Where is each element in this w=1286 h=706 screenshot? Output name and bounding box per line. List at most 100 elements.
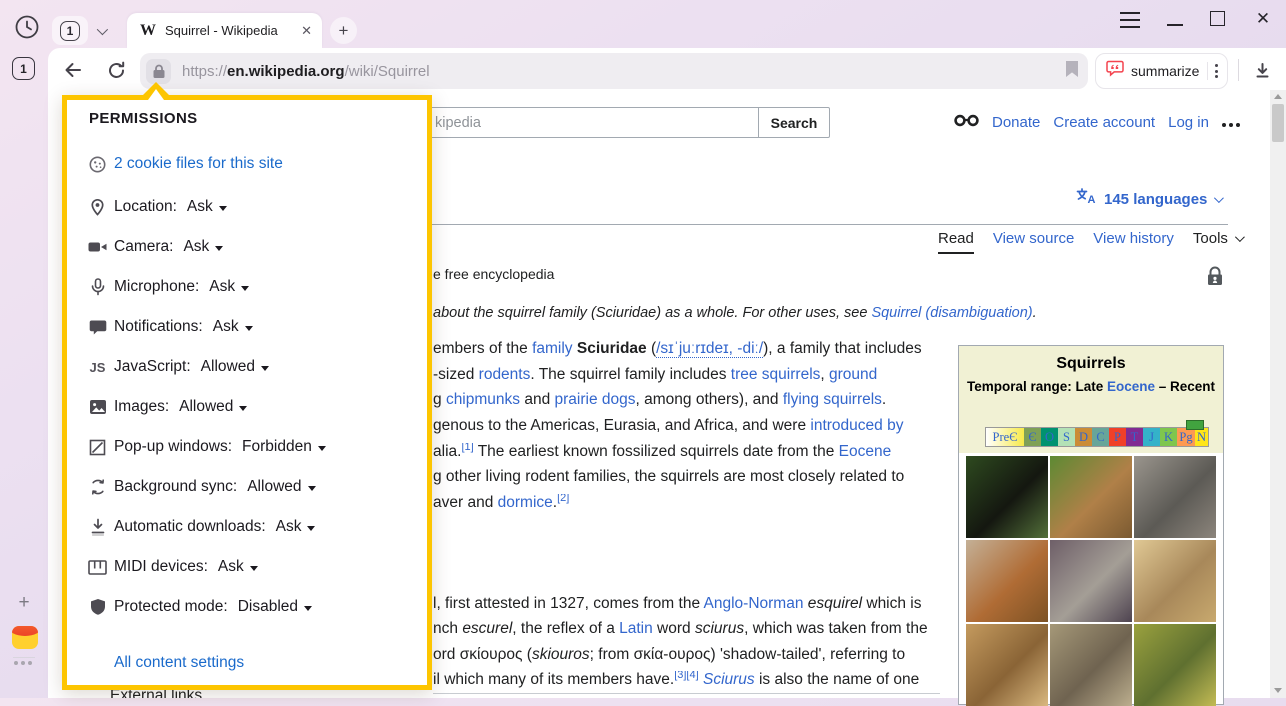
- inline-link[interactable]: /sɪˈjuːrɪdeɪ, -diː/: [656, 340, 763, 358]
- body-line: ord σκίουρος (skiouros; from σκία-ουρος)…: [433, 646, 957, 668]
- timeline-period-D[interactable]: D: [1075, 428, 1092, 446]
- permission-value-dropdown[interactable]: Ask: [187, 198, 227, 216]
- yandex-mail-icon[interactable]: [12, 626, 38, 649]
- timeline-period-T[interactable]: T: [1126, 428, 1143, 446]
- bookmark-flag-icon[interactable]: [1066, 61, 1078, 82]
- timeline-period-O[interactable]: O: [1041, 428, 1058, 446]
- timeline-period-P[interactable]: P: [1109, 428, 1126, 446]
- fox-squirrel-photo[interactable]: [966, 540, 1048, 622]
- inline-link[interactable]: family: [532, 340, 572, 357]
- permission-value-dropdown[interactable]: Allowed: [179, 398, 247, 416]
- all-content-settings-link[interactable]: All content settings: [114, 654, 244, 671]
- permission-value-dropdown[interactable]: Forbidden: [242, 438, 326, 456]
- downloads-toolbar-button[interactable]: [1249, 57, 1275, 83]
- tab-group-control[interactable]: 1: [52, 16, 114, 45]
- timeline-period-J[interactable]: J: [1143, 428, 1160, 446]
- inline-link[interactable]: dormice: [498, 494, 553, 511]
- window-menu-icon[interactable]: [1120, 12, 1140, 28]
- tab-read[interactable]: Read: [938, 230, 974, 254]
- timeline-period-S[interactable]: S: [1058, 428, 1075, 446]
- standing-squirrels-photo[interactable]: [966, 624, 1048, 706]
- tab-view-history[interactable]: View history: [1093, 230, 1174, 247]
- scrollbar-thumb[interactable]: [1272, 104, 1284, 142]
- images-icon: [88, 398, 107, 416]
- browser-tab[interactable]: W Squirrel - Wikipedia ✕: [127, 13, 322, 48]
- golden-squirrel-photo[interactable]: [1134, 540, 1216, 622]
- languages-selector[interactable]: A 145 languages: [1076, 188, 1221, 210]
- login-link[interactable]: Log in: [1168, 114, 1209, 131]
- timeline-period-K[interactable]: K: [1160, 428, 1177, 446]
- permission-value-dropdown[interactable]: Ask: [183, 238, 223, 256]
- address-bar[interactable]: https://en.wikipedia.org/wiki/Squirrel: [140, 53, 1088, 89]
- create-account-link[interactable]: Create account: [1053, 114, 1155, 131]
- inline-text: Temporal range: Late: [967, 379, 1107, 394]
- inline-link[interactable]: Squirrel (disambiguation): [871, 305, 1032, 321]
- inline-link[interactable]: [3][4]: [674, 671, 698, 681]
- wiki-search-button[interactable]: Search: [758, 107, 830, 138]
- back-button[interactable]: [60, 57, 86, 83]
- sidebar-add-button[interactable]: +: [14, 593, 34, 613]
- page-protection-lock-icon[interactable]: [1206, 266, 1224, 291]
- inline-link[interactable]: introduced by: [810, 417, 903, 434]
- summarize-button[interactable]: summarize: [1095, 53, 1228, 89]
- permission-row-protected-mode: Protected mode:Disabled: [67, 595, 427, 619]
- permission-value-dropdown[interactable]: Ask: [218, 558, 258, 576]
- inline-link[interactable]: ground: [829, 366, 877, 383]
- appearance-glasses-icon[interactable]: [954, 114, 979, 131]
- permission-value-dropdown[interactable]: Disabled: [238, 598, 312, 616]
- inline-link[interactable]: tree squirrels: [731, 366, 821, 383]
- new-tab-button[interactable]: +: [330, 17, 357, 44]
- inline-text: -sized: [433, 366, 479, 383]
- timeline-period-PreЄ[interactable]: PreЄ: [986, 428, 1024, 446]
- timeline-range-marker: [1186, 420, 1204, 430]
- tab-group-dropdown[interactable]: [88, 16, 114, 45]
- black-giant-squirrel-photo[interactable]: [966, 456, 1048, 538]
- wiki-search-input[interactable]: kipedia: [420, 107, 759, 138]
- donate-link[interactable]: Donate: [992, 114, 1040, 131]
- page-scrollbar[interactable]: [1270, 90, 1286, 698]
- inline-link[interactable]: Eocene: [1107, 379, 1155, 394]
- permission-value-dropdown[interactable]: Ask: [213, 318, 253, 336]
- timeline-period-C[interactable]: C: [1092, 428, 1109, 446]
- permission-value-dropdown[interactable]: Allowed: [201, 358, 269, 376]
- tab-group-badge[interactable]: 1: [52, 16, 88, 45]
- marmots-photo[interactable]: [1050, 624, 1132, 706]
- permission-value-dropdown[interactable]: Ask: [276, 518, 316, 536]
- inline-link[interactable]: Eocene: [839, 443, 892, 460]
- dropdown-caret-icon: [250, 566, 258, 571]
- inline-link[interactable]: rodents: [479, 366, 531, 383]
- chipmunk-photo[interactable]: [1050, 456, 1132, 538]
- timeline-period-Є[interactable]: Є: [1024, 428, 1041, 446]
- gray-squirrel-photo[interactable]: [1134, 456, 1216, 538]
- inline-link[interactable]: prairie dogs: [555, 391, 636, 408]
- timeline-period-N[interactable]: N: [1195, 428, 1208, 446]
- inline-link[interactable]: flying squirrels: [783, 391, 882, 408]
- inline-link[interactable]: Anglo-Norman: [704, 595, 804, 612]
- prairie-dogs-photo[interactable]: [1134, 624, 1216, 706]
- summarize-more-icon[interactable]: [1215, 64, 1218, 78]
- user-menu-dots-icon[interactable]: [1222, 117, 1240, 127]
- scroll-down-icon[interactable]: [1274, 688, 1282, 693]
- inline-link[interactable]: [2]: [557, 494, 569, 504]
- inline-link[interactable]: Latin: [619, 620, 653, 637]
- permission-value-dropdown[interactable]: Allowed: [247, 478, 315, 496]
- sidebar-tab-counter[interactable]: 1: [12, 57, 35, 80]
- inline-link[interactable]: Sciurus: [703, 671, 755, 688]
- tab-close-icon[interactable]: ✕: [293, 23, 312, 39]
- reload-button[interactable]: [103, 57, 129, 83]
- scroll-up-icon[interactable]: [1274, 94, 1282, 99]
- timeline-period-Pg[interactable]: Pg: [1177, 428, 1195, 446]
- sidebar-more-icon[interactable]: [14, 661, 32, 665]
- site-lock-icon[interactable]: [146, 59, 171, 84]
- window-minimize-button[interactable]: [1167, 24, 1183, 26]
- tab-tools[interactable]: Tools: [1193, 230, 1242, 247]
- window-maximize-button[interactable]: [1210, 11, 1225, 26]
- history-clock-button[interactable]: [13, 15, 41, 43]
- permission-value-dropdown[interactable]: Ask: [209, 278, 249, 296]
- cookie-files-link[interactable]: 2 cookie files for this site: [114, 155, 283, 173]
- window-close-button[interactable]: ✕: [1253, 9, 1273, 29]
- ground-squirrel-photo[interactable]: [1050, 540, 1132, 622]
- inline-link[interactable]: [1]: [461, 443, 473, 453]
- inline-link[interactable]: chipmunks: [446, 391, 520, 408]
- tab-view-source[interactable]: View source: [993, 230, 1074, 247]
